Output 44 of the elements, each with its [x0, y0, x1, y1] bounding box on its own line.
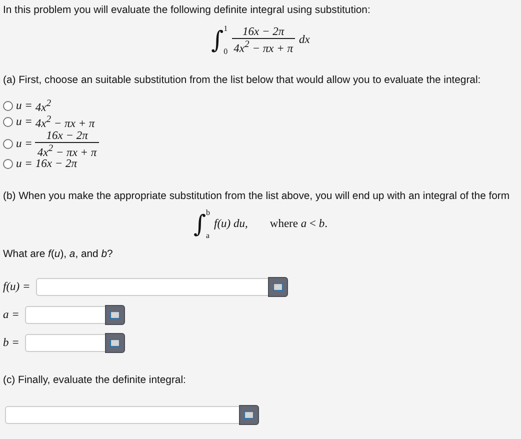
grid-icon [244, 411, 254, 420]
field-label: f(u) = [3, 281, 30, 294]
radio-button[interactable] [3, 139, 13, 150]
part-a-prompt: (a) First, choose an suitable substitution from the list below that would allow you to evaluate the integral: [3, 74, 482, 88]
grid-icon [110, 311, 120, 320]
numerator: 16x − 2π [242, 26, 286, 38]
grid-icon [273, 283, 284, 292]
numerator: 16x − 2π [45, 130, 89, 142]
denominator: 4x$^{2}$ − πx + π [232, 38, 295, 54]
denominator: 4x$^{2}$ − πx + π [35, 142, 99, 158]
answer-field[interactable] [25, 306, 106, 324]
intro-text: In this problem you will evaluate the following definite integral using substitution: [3, 4, 372, 18]
question-text: What are f(u), a, and b? [3, 248, 114, 262]
condition-text: where a < b. [270, 218, 328, 230]
integral-sign: ∫ [194, 210, 206, 240]
lower-limit: a [206, 231, 210, 240]
grid-icon [110, 339, 120, 348]
equation-editor-button[interactable] [268, 277, 288, 298]
equation-editor-button[interactable] [105, 305, 126, 326]
radio-button[interactable] [3, 100, 13, 111]
answer-field[interactable] [5, 406, 239, 424]
substitution-lhs: u = [16, 100, 32, 112]
field-label: a = [3, 309, 20, 322]
equation-editor-button[interactable] [105, 333, 126, 354]
substitution-lhs: u = [16, 138, 32, 150]
substitution-expression: 4x$^{2}$ − πx + π [35, 114, 95, 130]
answer-field[interactable] [36, 278, 268, 296]
differential: dx [298, 34, 310, 46]
substitution-expression: 16x − 2π [35, 158, 78, 170]
integrand: f(u) du, [214, 218, 248, 230]
lower-limit: 0 [224, 47, 228, 56]
part-c-prompt: (c) Finally, evaluate the definite integral: [3, 374, 187, 388]
integral-sign: ∫ [211, 25, 224, 55]
radio-button[interactable] [3, 159, 13, 170]
substitution-expression: 4x$^{2}$ [35, 98, 52, 114]
answer-field[interactable] [25, 334, 106, 352]
substitution-lhs: u = [16, 158, 32, 170]
upper-limit: 1 [224, 24, 228, 33]
field-label: b = [3, 337, 20, 350]
upper-limit: b [206, 208, 210, 218]
radio-button[interactable] [3, 116, 13, 127]
substitution-lhs: u = [16, 116, 32, 128]
equation-editor-button[interactable] [239, 405, 259, 426]
part-b-prompt: (b) When you make the appropriate substitution from the list above, you will end up with an integral of the form [3, 190, 511, 204]
